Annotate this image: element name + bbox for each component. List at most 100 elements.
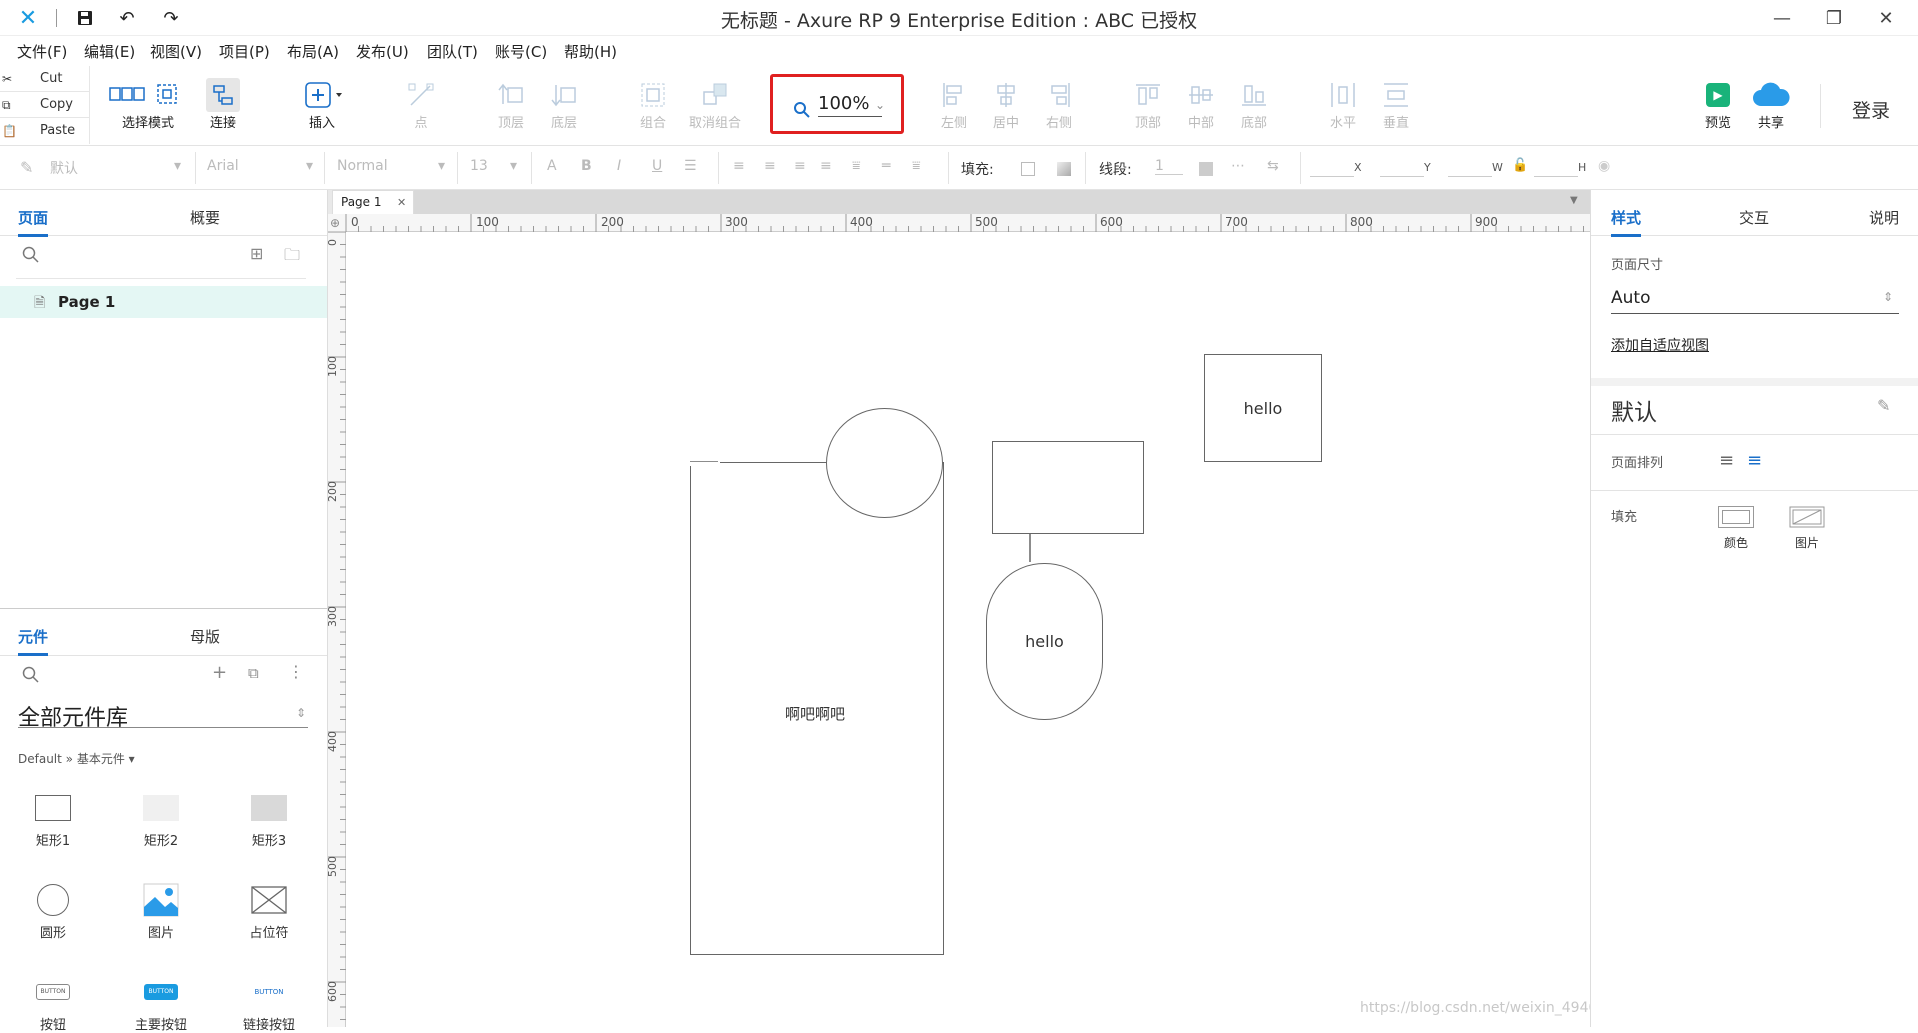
text-align-left-icon[interactable]: ≡ — [733, 158, 745, 174]
font-size-select[interactable]: 13 — [470, 158, 488, 174]
menu-file[interactable]: 文件(F) — [17, 41, 67, 62]
design-canvas[interactable]: 啊吧啊吧 hello hello https://blog.csdn.net/w… — [346, 232, 1633, 1027]
stroke-color-swatch[interactable] — [1199, 162, 1213, 176]
minimize-button[interactable]: — — [1762, 4, 1802, 32]
tab-list-chevron-icon[interactable]: ▼ — [1570, 195, 1578, 206]
cut-button[interactable]: ✂ Cut — [0, 66, 90, 92]
arrow-style-icon[interactable]: ⇆ — [1267, 158, 1279, 174]
undo-icon[interactable]: ↶ — [116, 7, 138, 29]
library-copy-icon[interactable]: ⧉ — [248, 664, 259, 682]
top-layer-tool[interactable]: 顶层 — [481, 78, 541, 131]
tab-notes[interactable]: 说明 — [1869, 207, 1899, 228]
circle-shape[interactable] — [826, 408, 943, 518]
align-right-tool[interactable]: 右侧 — [1029, 78, 1089, 131]
add-page-icon[interactable]: ⊞ — [250, 244, 263, 263]
hello-rounded-shape[interactable]: hello — [986, 563, 1103, 720]
page-align-left-icon[interactable]: ≡ — [1719, 450, 1734, 471]
font-size-chevron-icon[interactable]: ▾ — [510, 158, 517, 174]
tab-interactions[interactable]: 交互 — [1739, 207, 1769, 228]
widget-circle[interactable]: 圆形 — [8, 882, 98, 941]
tall-rectangle-shape[interactable]: 啊吧啊吧 — [690, 462, 944, 955]
widget-search-icon[interactable] — [22, 666, 40, 684]
bold-icon[interactable]: B — [581, 158, 592, 174]
page-size-select[interactable]: Auto — [1611, 288, 1899, 314]
redo-icon[interactable]: ↷ — [160, 7, 182, 29]
add-adaptive-view-link[interactable]: 添加自适应视图 — [1611, 335, 1709, 355]
tab-style[interactable]: 样式 — [1611, 207, 1642, 237]
style-select[interactable]: 默认 — [50, 158, 78, 178]
rectangle-shape[interactable] — [992, 441, 1144, 534]
underline-icon[interactable]: U — [652, 158, 662, 174]
w-input[interactable] — [1448, 176, 1492, 177]
h-input[interactable] — [1534, 176, 1578, 177]
ungroup-tool[interactable]: 取消组合 — [683, 78, 747, 131]
widget-rectangle3[interactable]: 矩形3 — [224, 790, 314, 849]
menu-project[interactable]: 项目(P) — [219, 41, 270, 62]
weight-chevron-icon[interactable]: ▾ — [438, 158, 445, 174]
widget-image[interactable]: 图片 — [116, 882, 206, 941]
add-library-icon[interactable]: + — [212, 662, 227, 683]
select-mode-tool[interactable]: 选择模式 — [108, 78, 188, 131]
fill-color-button[interactable]: 颜色 — [1716, 506, 1756, 551]
weight-select[interactable]: Normal — [337, 158, 388, 174]
stroke-pattern-icon[interactable]: ⋯ — [1231, 158, 1245, 174]
bullet-list-icon[interactable]: ☰ — [684, 158, 697, 174]
close-tab-icon[interactable]: ✕ — [397, 196, 406, 209]
hello-square-shape[interactable]: hello — [1204, 354, 1322, 462]
close-button[interactable]: ✕ — [1866, 4, 1906, 32]
fill-image-button[interactable]: 图片 — [1787, 506, 1827, 551]
edit-style-icon[interactable]: ✎ — [1877, 396, 1890, 415]
page-align-center-icon[interactable]: ≡ — [1747, 450, 1762, 471]
valign-middle-icon[interactable]: ═ — [882, 158, 890, 174]
align-bottom-tool[interactable]: 底部 — [1224, 78, 1284, 131]
zoom-value[interactable]: 100% — [818, 93, 882, 117]
more-options-icon[interactable]: ⋮ — [288, 662, 304, 681]
widget-link-button[interactable]: BUTTON 链接按钮 — [224, 974, 314, 1033]
font-color-icon[interactable]: A — [547, 158, 557, 174]
widget-rectangle1[interactable]: 矩形1 — [8, 790, 98, 849]
fill-color-swatch[interactable] — [1021, 162, 1035, 176]
align-middle-tool[interactable]: 中部 — [1171, 78, 1231, 131]
add-folder-icon[interactable]: 🗀 — [284, 244, 300, 271]
text-align-right-icon[interactable]: ≡ — [794, 158, 806, 174]
ruler-origin-icon[interactable]: ⊕ — [330, 216, 340, 230]
login-button[interactable]: 登录 — [1852, 96, 1890, 123]
zoom-control[interactable]: 100% ⌄ — [770, 74, 904, 134]
menu-help[interactable]: 帮助(H) — [564, 41, 617, 62]
bottom-layer-tool[interactable]: 底层 — [534, 78, 594, 131]
group-tool[interactable]: 组合 — [623, 78, 683, 131]
zoom-chevron-down-icon[interactable]: ⌄ — [875, 98, 885, 112]
align-top-tool[interactable]: 顶部 — [1118, 78, 1178, 131]
save-icon[interactable] — [74, 7, 96, 29]
fill-gradient-swatch[interactable] — [1057, 162, 1071, 176]
y-input[interactable] — [1380, 176, 1424, 177]
font-select[interactable]: Arial — [207, 158, 239, 174]
valign-bottom-icon[interactable]: ⩸ — [912, 158, 921, 174]
align-left-tool[interactable]: 左侧 — [924, 78, 984, 131]
copy-button[interactable]: ⧉ Copy — [0, 92, 90, 118]
visibility-icon[interactable]: ◉ — [1598, 158, 1610, 174]
point-tool[interactable]: 点 — [391, 78, 451, 131]
library-updown-icon[interactable]: ⇕ — [296, 706, 306, 720]
widget-button[interactable]: BUTTON 按钮 — [8, 974, 98, 1033]
paste-button[interactable]: 📋 Paste — [0, 118, 90, 144]
text-justify-icon[interactable]: ≡ — [820, 158, 832, 174]
library-select[interactable]: 全部元件库 — [18, 700, 308, 731]
page-search-icon[interactable] — [22, 246, 40, 264]
library-path[interactable]: Default » 基本元件 ▾ — [18, 750, 135, 767]
menu-team[interactable]: 团队(T) — [427, 41, 478, 62]
menu-layout[interactable]: 布局(A) — [287, 41, 339, 62]
share-button[interactable]: 共享 — [1741, 78, 1801, 131]
page-list-item[interactable]: 🗎 Page 1 — [0, 286, 327, 318]
page-size-updown-icon[interactable]: ⇕ — [1883, 290, 1893, 304]
connect-tool[interactable]: 连接 — [193, 78, 253, 131]
page-tab[interactable]: Page 1 ✕ — [332, 190, 414, 214]
text-align-center-icon[interactable]: ≡ — [764, 158, 776, 174]
preview-button[interactable]: ▶ 预览 — [1688, 78, 1748, 131]
distribute-vertical-tool[interactable]: 垂直 — [1366, 78, 1426, 131]
tab-masters[interactable]: 母版 — [190, 626, 220, 647]
menu-publish[interactable]: 发布(U) — [356, 41, 409, 62]
widget-primary-button[interactable]: BUTTON 主要按钮 — [116, 974, 206, 1033]
style-edit-icon[interactable]: ✎ — [20, 158, 33, 177]
x-input[interactable] — [1310, 176, 1354, 177]
